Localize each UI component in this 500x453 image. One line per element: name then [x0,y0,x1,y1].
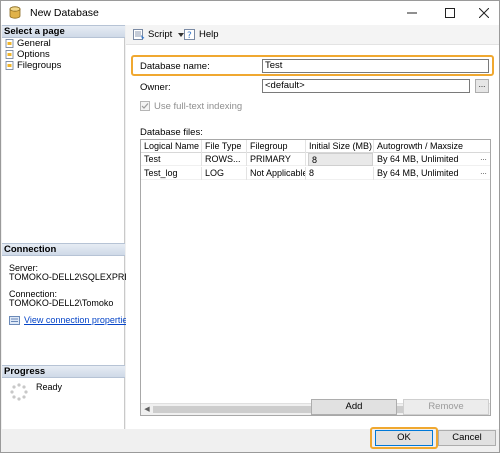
column-header: Logical Name [141,140,202,153]
svg-text:?: ? [187,31,192,40]
properties-icon [9,315,20,325]
table-row[interactable]: Test ROWS... PRIMARY 8 By 64 MB, Unlimit… [141,153,490,166]
view-connection-properties[interactable]: View connection properties [9,315,132,325]
left-pane: Select a page General Options Filegroups… [2,25,147,429]
database-files-label: Database files: [140,127,203,138]
close-icon [478,8,489,18]
script-label: Script [148,29,173,40]
column-header: Initial Size (MB) [306,140,374,153]
fulltext-label: Use full-text indexing [154,101,243,112]
connection-header: Connection [2,243,125,256]
minimize-button[interactable] [394,1,429,25]
autogrowth-value: By 64 MB, Unlimited [377,168,459,178]
select-page-header: Select a page [2,25,125,38]
progress-status: Ready [36,382,63,392]
close-button[interactable] [466,1,500,25]
minimize-icon [406,12,417,14]
script-button[interactable]: Script [133,29,185,40]
logical-name-cell[interactable]: Test_log [141,167,202,180]
initial-size-cell[interactable]: 8 [308,153,373,166]
remove-button[interactable]: Remove [403,399,489,415]
page-list: General Options Filegroups [5,38,61,71]
database-name-label: Database name: [140,61,210,72]
page-icon [5,50,14,59]
ellipsis-icon[interactable]: … [480,153,487,165]
page-item-filegroups[interactable]: Filegroups [5,60,61,71]
grid-header: Logical Name File Type Filegroup Initial… [141,140,490,153]
progress-header: Progress [2,365,125,378]
cancel-button[interactable]: Cancel [438,430,496,446]
initial-size-cell[interactable]: 8 [306,167,374,180]
view-connection-properties-link[interactable]: View connection properties [24,315,132,325]
checkmark-icon [141,103,149,109]
ellipsis-icon[interactable]: … [480,167,487,179]
page-icon [5,39,14,48]
new-database-dialog: New Database Select a page General Optio… [0,0,500,453]
file-type-cell[interactable]: LOG [202,167,247,180]
database-icon [9,6,21,19]
page-item-options[interactable]: Options [5,49,61,60]
add-button[interactable]: Add [311,399,397,415]
filegroup-cell[interactable]: PRIMARY [247,153,306,166]
maximize-icon [444,8,455,18]
autogrowth-cell[interactable]: By 64 MB, Unlimited … [374,167,490,180]
filegroup-cell[interactable]: Not Applicable [247,167,306,180]
maximize-button[interactable] [432,1,467,25]
page-item-general[interactable]: General [5,38,61,49]
page-item-label: General [17,38,51,49]
page-item-label: Options [17,49,50,60]
table-row[interactable]: Test_log LOG Not Applicable 8 By 64 MB, … [141,167,490,180]
ok-button[interactable]: OK [375,430,433,446]
file-type-cell[interactable]: ROWS... [202,153,247,166]
page-icon [5,61,14,70]
scroll-left-icon[interactable]: ◀ [141,404,153,415]
progress-spinner-icon [10,383,28,401]
help-icon: ? [184,29,195,40]
connection-value: TOMOKO-DELL2\Tomoko [9,298,114,308]
page-item-label: Filegroups [17,60,62,71]
database-name-input[interactable]: Test [262,59,489,73]
owner-input[interactable]: <default> [262,79,470,93]
column-header: File Type [202,140,247,153]
autogrowth-cell[interactable]: By 64 MB, Unlimited … [374,153,490,166]
script-icon [133,29,145,40]
owner-browse-button[interactable]: ... [475,79,489,93]
right-pane: Script ? Help Database name: Test Owner:… [126,25,499,429]
help-button[interactable]: ? Help [184,29,219,40]
logical-name-cell[interactable]: Test [141,153,202,166]
database-files-grid: Logical Name File Type Filegroup Initial… [140,139,491,416]
column-header: Filegroup [247,140,306,153]
fulltext-checkbox[interactable] [140,101,150,111]
window-title: New Database [30,7,99,19]
autogrowth-value: By 64 MB, Unlimited [377,154,459,164]
column-header: Autogrowth / Maxsize [377,141,464,151]
title-bar[interactable]: New Database [1,1,499,25]
help-label: Help [199,29,219,40]
toolbar: Script ? Help [126,25,499,45]
owner-label: Owner: [140,82,171,93]
